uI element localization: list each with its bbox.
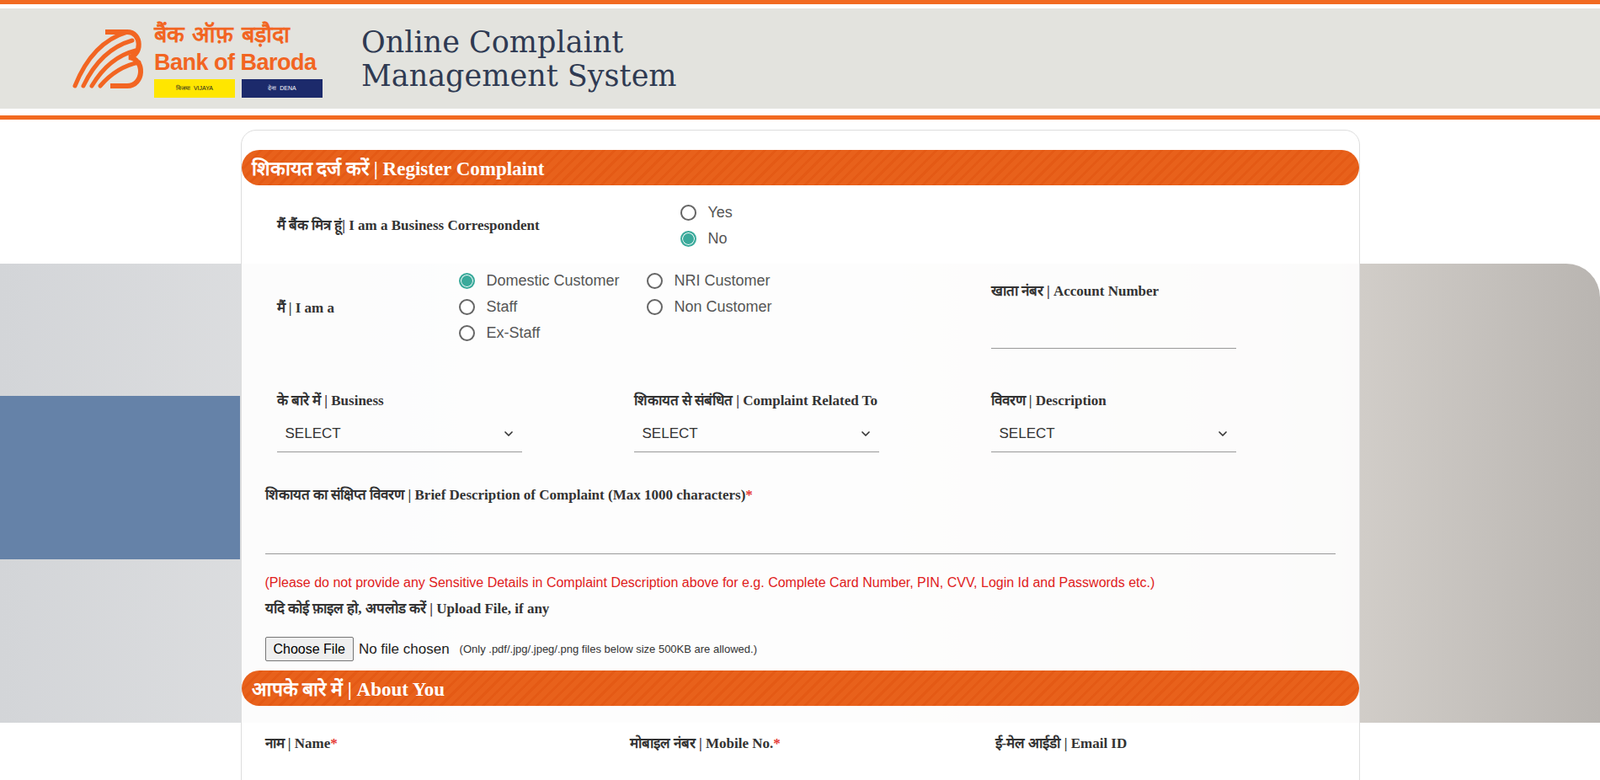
radio-option[interactable]: Yes <box>680 199 1360 226</box>
radio-button[interactable] <box>680 204 697 221</box>
required-mark: * <box>773 735 781 752</box>
about-input[interactable] <box>995 757 1241 780</box>
about-input[interactable] <box>629 757 875 780</box>
bc-row: मैं बैंक मित्र हूं| I am a Business Corr… <box>241 199 1360 252</box>
select-field: विवरण | Description SELECT <box>991 390 1237 453</box>
section-bar: शिकायत दर्ज करें | Register Complaint <box>241 149 1360 186</box>
radio-option[interactable]: Ex-Staff <box>458 320 647 347</box>
radio-option[interactable]: No <box>680 225 1360 252</box>
warning-block: (Please do not provide any Sensitive Det… <box>241 575 1360 591</box>
select-field: के बारे में | Business SELECT <box>277 390 523 453</box>
account-input[interactable] <box>991 313 1237 349</box>
about-field: मोबाइल नंबर | Mobile No.* <box>629 733 996 780</box>
radio-label[interactable]: Staff <box>486 298 518 316</box>
chevron-down-icon <box>858 426 873 441</box>
site-title: Online ComplaintManagement System <box>361 25 678 93</box>
field-label: मैं बैंक मित्र हूं| I am a Business Corr… <box>277 215 681 236</box>
radio-label[interactable]: NRI Customer <box>674 272 771 290</box>
about-field: ई-मेल आईडी | Email ID <box>995 733 1336 780</box>
radio-button[interactable] <box>458 272 475 289</box>
field-label: शिकायत से संबंधित | Complaint Related To <box>634 390 880 411</box>
chevron-down-icon <box>501 426 516 441</box>
select-box[interactable]: SELECT <box>277 415 523 453</box>
header-line <box>0 115 1600 120</box>
about-fields: नाम | Name*मोबाइल नंबर | Mobile No.*ई-मे… <box>241 733 1360 780</box>
warning-text: (Please do not provide any Sensitive Det… <box>265 575 1336 591</box>
radio-option[interactable]: Non Customer <box>646 293 992 320</box>
radio-button[interactable] <box>458 298 475 315</box>
select-row: के बारे में | BusinessSELECTशिकायत से सं… <box>241 390 1360 453</box>
radio-label[interactable]: Ex-Staff <box>486 324 541 342</box>
field-label: खाता नंबर | Account Number <box>991 281 1237 302</box>
customer-row: मैं | I am a Domestic Customer NRI Custome… <box>241 267 1360 349</box>
field-label: मोबाइल नंबर | Mobile No.* <box>629 733 996 754</box>
radio-label[interactable]: Non Customer <box>674 298 773 316</box>
required-mark: * <box>745 486 753 503</box>
select-field: शिकायत से संबंधित | Complaint Related To… <box>634 390 880 453</box>
chevron-down-icon <box>1216 426 1230 441</box>
required-mark: * <box>330 735 338 752</box>
field-label: विवरण | Description <box>991 390 1237 411</box>
complaint-card: शिकायत दर्ज करें | Register Complaint मैं… <box>240 129 1360 780</box>
field-label: मैं | I am a <box>277 298 459 319</box>
radio-option[interactable]: Staff <box>458 293 647 320</box>
upload-field: यदि कोई फ़ाइल हो, अपलोड करें | Upload Fi… <box>241 598 1360 662</box>
file-status: No file chosen <box>358 640 450 658</box>
select-box[interactable]: SELECT <box>991 415 1237 453</box>
header: बैंक ऑफ़ बड़ौदाBank of Baroda विजयाVIJAYA… <box>0 8 1600 109</box>
upload-row: Choose FileNo file chosen (Only .pdf/.jpg… <box>265 636 1336 662</box>
page: बैंक ऑफ़ बड़ौदाBank of Baroda विजयाVIJAYA… <box>0 0 1600 780</box>
account-field: खाता नंबर | Account Number <box>991 267 1237 349</box>
select-box[interactable]: SELECT <box>634 415 880 453</box>
logo-badge: देनाDENA <box>241 79 323 98</box>
radio-label[interactable]: Yes <box>708 203 733 222</box>
logo: बैंक ऑफ़ बड़ौदाBank of Baroda विजयाVIJAYA… <box>68 20 323 98</box>
radio-button[interactable] <box>646 272 663 289</box>
top-stripe <box>0 0 1600 5</box>
radio-label[interactable]: No <box>708 229 728 248</box>
field-label: ई-मेल आईडी | Email ID <box>995 733 1336 754</box>
logo-hindi: बैंक ऑफ़ बड़ौदा <box>154 20 323 49</box>
radio-group: Domestic Customer NRI Customer Staff Non Cu… <box>458 267 992 347</box>
logo-text: बैंक ऑफ़ बड़ौदाBank of Baroda विजयाVIJAYA… <box>154 20 323 98</box>
radio-option[interactable]: NRI Customer <box>646 267 992 294</box>
description-input[interactable] <box>265 505 1336 555</box>
field-label: शिकायत का संक्षिप्त विवरण | Brief Descri… <box>265 485 1336 506</box>
section-bar: आपके बारे में | About You <box>241 670 1360 706</box>
radio-label[interactable]: Domestic Customer <box>486 272 620 290</box>
field-label: के बारे में | Business <box>277 390 523 411</box>
logo-badges: विजयाVIJAYA देनाDENA <box>154 79 323 98</box>
field-label: नाम | Name* <box>265 733 630 754</box>
radio-option[interactable]: Domestic Customer <box>458 267 647 294</box>
logo-badge: विजयाVIJAYA <box>154 79 235 98</box>
logo-english: Bank of Baroda <box>154 48 323 76</box>
field-label: यदि कोई फ़ाइल हो, अपलोड करें | Upload Fi… <box>265 598 1336 619</box>
radio-button[interactable] <box>646 298 663 315</box>
radio-button[interactable] <box>458 325 475 342</box>
radio-button[interactable] <box>680 230 697 247</box>
file-hint: (Only .pdf/.jpg/.jpeg/.png files below s… <box>459 642 758 656</box>
bank-logo-icon <box>68 26 144 91</box>
about-field: नाम | Name* <box>265 733 630 780</box>
description-field: शिकायत का संक्षिप्त विवरण | Brief Descri… <box>241 485 1360 555</box>
about-input[interactable] <box>265 757 511 780</box>
choose-file-button[interactable]: Choose File <box>265 636 354 662</box>
radio-group: Yes No <box>680 199 1360 252</box>
